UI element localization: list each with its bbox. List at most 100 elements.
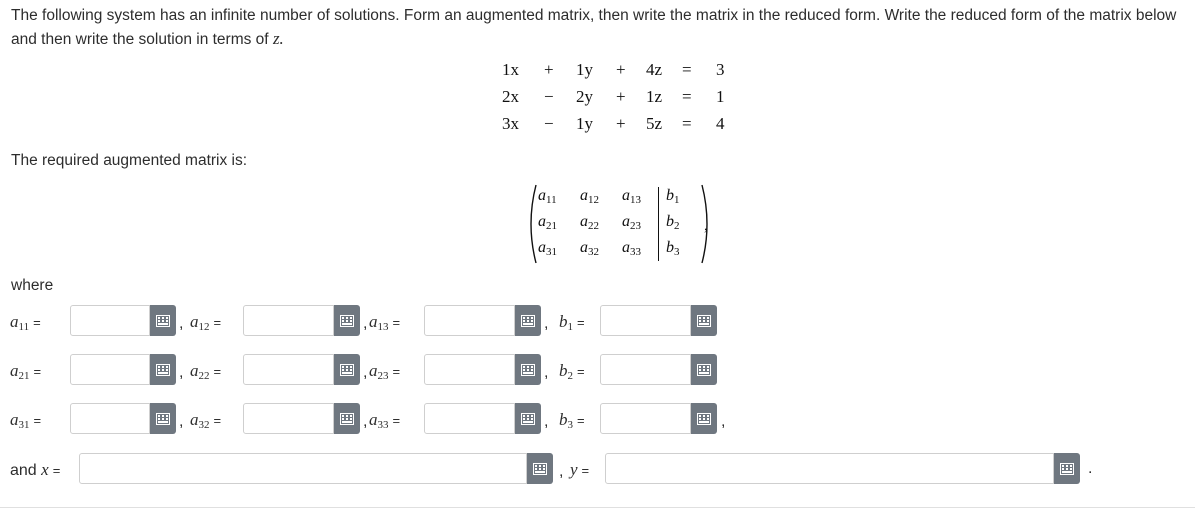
separator: , [363, 315, 368, 332]
problem-variable: z. [272, 29, 284, 48]
equation-row: 3x − 1y +5z = 4 [498, 114, 738, 140]
matrix-cell: a11 [538, 187, 557, 206]
a23-input[interactable] [424, 354, 515, 385]
equation-row: 2x − 2y +1z = 1 [498, 87, 738, 113]
label-a12: a12 = [190, 312, 222, 333]
label-a32: a32 = [190, 410, 222, 431]
problem-statement: The following system has an infinite num… [11, 4, 1186, 51]
required-matrix-label: The required augmented matrix is: [11, 152, 248, 169]
where-label: where [11, 277, 54, 294]
a32-input[interactable] [243, 403, 334, 434]
matrix-cell: a21 [538, 213, 557, 232]
x-input[interactable] [79, 453, 527, 484]
matrix-cell: b2 [666, 213, 680, 232]
label-a21: a21 = [10, 361, 42, 382]
a33-keypad-button[interactable] [515, 403, 541, 434]
equation-op2: + [616, 114, 626, 133]
keypad-icon [521, 314, 535, 327]
separator: , [559, 463, 564, 480]
label-a11: a11 = [10, 312, 41, 333]
matrix-cell: a12 [580, 187, 599, 206]
matrix-cell: b1 [666, 187, 680, 206]
equation-op2: + [616, 60, 626, 79]
equation-b: 1y [576, 60, 593, 79]
b3-input[interactable] [600, 403, 691, 434]
matrix-cell: a33 [622, 239, 641, 258]
matrix-cell: a31 [538, 239, 557, 258]
equation-a: 1x [502, 60, 519, 79]
matrix-trailing-comma: , [704, 217, 708, 234]
matrix-cell: a22 [580, 213, 599, 232]
a12-keypad-button[interactable] [334, 305, 360, 336]
left-paren [530, 184, 537, 264]
keypad-icon [697, 314, 711, 327]
separator: , [544, 364, 549, 381]
x-keypad-button[interactable] [527, 453, 553, 484]
separator: . [1088, 460, 1093, 477]
a21-input[interactable] [70, 354, 150, 385]
a22-keypad-button[interactable] [334, 354, 360, 385]
a23-keypad-button[interactable] [515, 354, 541, 385]
a32-keypad-button[interactable] [334, 403, 360, 434]
separator: , [721, 413, 726, 430]
keypad-icon [340, 363, 354, 376]
b1-keypad-button[interactable] [691, 305, 717, 336]
y-input[interactable] [605, 453, 1054, 484]
matrix-cell: b3 [666, 239, 680, 258]
keypad-icon [156, 412, 170, 425]
a13-keypad-button[interactable] [515, 305, 541, 336]
keypad-icon [156, 363, 170, 376]
matrix-cell: a13 [622, 187, 641, 206]
label-x: and x = [10, 460, 61, 479]
equation-op1: + [544, 60, 554, 79]
keypad-icon [697, 363, 711, 376]
equation-eq: = [682, 114, 692, 133]
equation-op2: + [616, 87, 626, 106]
label-a23: a23 = [369, 361, 401, 382]
a13-input[interactable] [424, 305, 515, 336]
a31-input[interactable] [70, 403, 150, 434]
a21-keypad-button[interactable] [150, 354, 176, 385]
equation-a: 2x [502, 87, 519, 106]
b2-input[interactable] [600, 354, 691, 385]
equation-c: 5z [646, 114, 663, 133]
separator: , [179, 315, 184, 332]
label-y: y = [570, 460, 590, 479]
keypad-icon [340, 314, 354, 327]
equation-op1: − [544, 87, 554, 106]
keypad-icon [521, 412, 535, 425]
equation-op1: − [544, 114, 554, 133]
divider [0, 507, 1195, 508]
equation-a: 3x [502, 114, 519, 133]
b3-keypad-button[interactable] [691, 403, 717, 434]
matrix-cell: a32 [580, 239, 599, 258]
equation-c: 1z [646, 87, 663, 106]
a11-input[interactable] [70, 305, 150, 336]
keypad-icon [156, 314, 170, 327]
separator: , [179, 364, 184, 381]
equation-eq: = [682, 87, 692, 106]
a11-keypad-button[interactable] [150, 305, 176, 336]
a33-input[interactable] [424, 403, 515, 434]
separator: , [544, 315, 549, 332]
separator: , [179, 413, 184, 430]
equation-rhs: 1 [716, 87, 725, 106]
a12-input[interactable] [243, 305, 334, 336]
equation-row: 1x +1y +4z = 3 [498, 60, 738, 86]
equation-b: 1y [576, 114, 593, 133]
a31-keypad-button[interactable] [150, 403, 176, 434]
a22-input[interactable] [243, 354, 334, 385]
separator: , [363, 364, 368, 381]
equation-rhs: 4 [716, 114, 725, 133]
y-keypad-button[interactable] [1054, 453, 1080, 484]
label-a33: a33 = [369, 410, 401, 431]
separator: , [544, 413, 549, 430]
label-a22: a22 = [190, 361, 222, 382]
b1-input[interactable] [600, 305, 691, 336]
equation-b: 2y [576, 87, 593, 106]
augment-bar [658, 187, 659, 261]
equation-c: 4z [646, 60, 663, 79]
b2-keypad-button[interactable] [691, 354, 717, 385]
keypad-icon [521, 363, 535, 376]
label-a31: a31 = [10, 410, 42, 431]
